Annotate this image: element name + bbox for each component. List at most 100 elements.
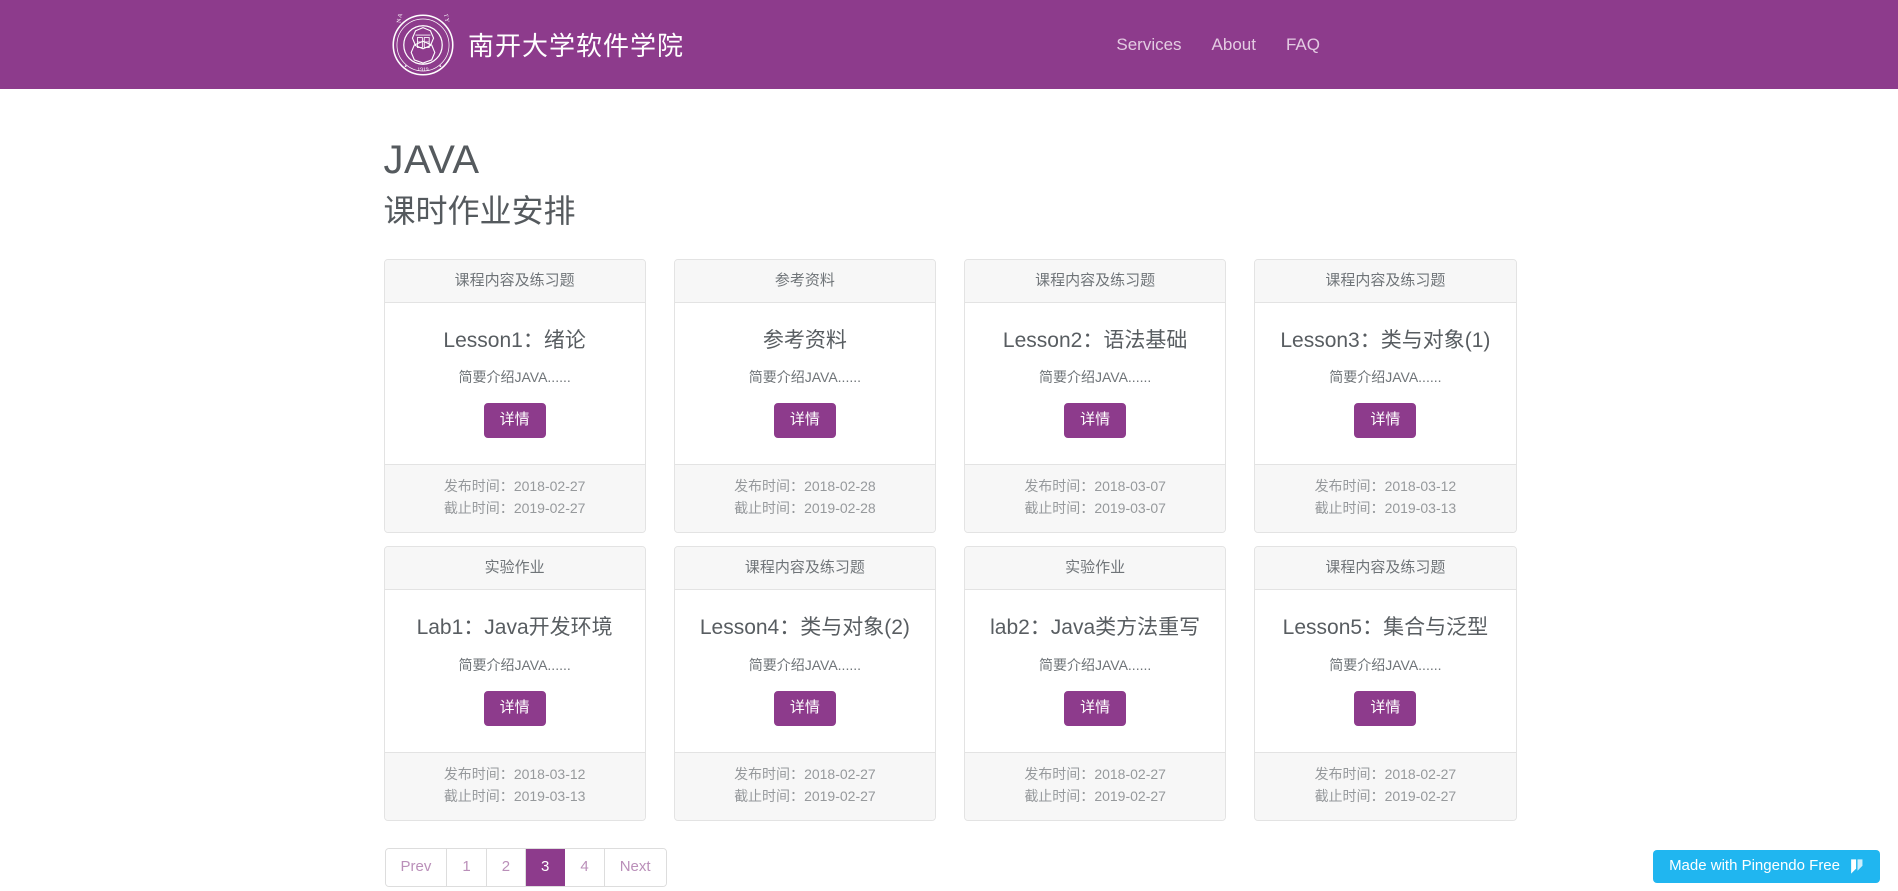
pagination-prev[interactable]: Prev [385,849,448,887]
deadline-label: 截止时间： [443,787,514,804]
top-navbar: NANKAI UNIVERSITY 1919 南开大学软件学院 Services… [0,0,1898,89]
published-date: 2018-03-07 [1094,478,1166,495]
detail-button[interactable]: 详情 [483,690,546,726]
card-footer: 发布时间：2018-03-07 截止时间：2019-03-07 [965,464,1226,533]
published-row: 发布时间：2018-02-27 [973,764,1217,786]
pagination-page-1[interactable]: 1 [447,849,487,887]
card-title: Lesson2：语法基础 [1002,328,1188,352]
deadline-date: 2019-02-27 [804,787,876,804]
card-body: Lesson2：语法基础 简要介绍JAVA...... 详情 [965,303,1225,464]
published-date: 2018-02-27 [513,478,586,495]
published-label: 发布时间： [734,478,805,495]
published-date: 2018-02-27 [1384,765,1457,782]
detail-button[interactable]: 详情 [483,403,546,439]
deadline-row: 截止时间：2019-02-28 [683,498,927,520]
deadline-row: 截止时间：2019-02-27 [1263,786,1507,808]
card-category: 课程内容及练习题 [1255,547,1516,591]
assignment-card[interactable]: 课程内容及练习题 Lesson3：类与对象(1) 简要介绍JAVA...... … [1254,258,1517,534]
deadline-date: 2019-02-27 [1384,787,1457,804]
card-description: 简要介绍JAVA...... [748,368,862,385]
detail-button[interactable]: 详情 [1354,403,1417,439]
deadline-label: 截止时间： [1314,499,1385,516]
published-label: 发布时间： [443,765,514,782]
assignment-card[interactable]: 课程内容及练习题 Lesson5：集合与泛型 简要介绍JAVA...... 详情… [1254,546,1517,822]
card-footer: 发布时间：2018-02-27 截止时间：2019-02-27 [1255,751,1516,821]
pagination-page-4[interactable]: 4 [565,849,605,887]
deadline-label: 截止时间： [734,499,805,516]
card-description: 简要介绍JAVA...... [1329,368,1442,385]
card-category: 课程内容及练习题 [965,259,1226,303]
pagination-wrapper: Prev 1 2 3 4 Next [384,834,1517,888]
published-row: 发布时间：2018-02-28 [683,476,927,498]
assignment-card[interactable]: 实验作业 lab2：Java类方法重写 简要介绍JAVA...... 详情 发布… [964,546,1227,822]
pagination-page-2[interactable]: 2 [486,849,527,887]
assignment-card-grid: 课程内容及练习题 Lesson1：绪论 简要介绍JAVA...... 详情 发布… [370,258,1531,835]
published-label: 发布时间： [1314,765,1385,782]
deadline-row: 截止时间：2019-02-27 [973,786,1217,808]
card-column: 实验作业 lab2：Java类方法重写 简要介绍JAVA...... 详情 发布… [950,546,1240,834]
nav-link-about[interactable]: About [1212,35,1256,55]
detail-button[interactable]: 详情 [1354,690,1417,726]
detail-button[interactable]: 详情 [1064,690,1127,726]
detail-button[interactable]: 详情 [773,403,836,439]
card-title: Lesson4：类与对象(2) [699,616,910,640]
card-category: 课程内容及练习题 [674,547,935,591]
assignment-card[interactable]: 课程内容及练习题 Lesson2：语法基础 简要介绍JAVA...... 详情 … [964,258,1227,534]
card-body: Lesson5：集合与泛型 简要介绍JAVA...... 详情 [1255,590,1515,751]
card-title: 参考资料 [762,328,847,352]
card-body: 参考资料 简要介绍JAVA...... 详情 [675,303,935,464]
published-row: 发布时间：2018-03-12 [393,764,637,786]
pingendo-badge[interactable]: Made with Pingendo Free [1653,850,1880,883]
card-description: 简要介绍JAVA...... [458,656,571,673]
published-label: 发布时间： [1024,765,1095,782]
navbar-links: Services About FAQ [0,35,1898,55]
detail-button[interactable]: 详情 [1064,403,1127,439]
card-column: 参考资料 参考资料 简要介绍JAVA...... 详情 发布时间：2018-02… [660,258,950,547]
published-row: 发布时间：2018-02-27 [393,476,637,498]
deadline-date: 2019-03-07 [1094,499,1166,516]
card-body: Lesson1：绪论 简要介绍JAVA...... 详情 [385,303,645,464]
deadline-label: 截止时间： [1024,787,1095,804]
deadline-date: 2019-02-28 [804,499,876,516]
card-footer: 发布时间：2018-03-12 截止时间：2019-03-13 [1255,464,1516,533]
deadline-date: 2019-02-27 [1094,787,1166,804]
detail-button[interactable]: 详情 [773,690,836,726]
assignment-card[interactable]: 课程内容及练习题 Lesson1：绪论 简要介绍JAVA...... 详情 发布… [383,258,646,534]
card-column: 实验作业 Lab1：Java开发环境 简要介绍JAVA...... 详情 发布时… [370,546,660,834]
assignment-card[interactable]: 实验作业 Lab1：Java开发环境 简要介绍JAVA...... 详情 发布时… [383,546,646,822]
nav-link-services[interactable]: Services [1116,35,1181,55]
card-title: Lab1：Java开发环境 [416,616,613,640]
published-date: 2018-02-28 [804,478,876,495]
card-description: 简要介绍JAVA...... [458,368,571,385]
deadline-row: 截止时间：2019-02-27 [683,786,927,808]
published-row: 发布时间：2018-02-27 [1263,764,1507,786]
nav-link-faq[interactable]: FAQ [1286,35,1320,55]
card-title: Lesson1：绪论 [443,328,586,352]
assignment-card[interactable]: 参考资料 参考资料 简要介绍JAVA...... 详情 发布时间：2018-02… [673,258,936,534]
assignment-card[interactable]: 课程内容及练习题 Lesson4：类与对象(2) 简要介绍JAVA...... … [673,546,936,822]
card-category: 课程内容及练习题 [384,259,645,303]
card-category: 实验作业 [965,547,1226,591]
pagination-page-3[interactable]: 3 [526,849,566,887]
published-row: 发布时间：2018-03-07 [973,476,1217,498]
card-footer: 发布时间：2018-02-27 截止时间：2019-02-27 [384,464,645,533]
card-body: Lab1：Java开发环境 简要介绍JAVA...... 详情 [385,590,645,751]
deadline-label: 截止时间： [1314,787,1385,804]
pagination-next[interactable]: Next [604,849,666,887]
card-footer: 发布时间：2018-02-27 截止时间：2019-02-27 [965,751,1226,821]
card-category: 实验作业 [384,547,645,591]
deadline-row: 截止时间：2019-03-13 [1263,498,1507,520]
deadline-row: 截止时间：2019-03-13 [393,786,637,808]
published-label: 发布时间： [734,765,805,782]
published-label: 发布时间： [1024,478,1095,495]
published-row: 发布时间：2018-03-12 [1263,476,1507,498]
deadline-date: 2019-02-27 [513,499,586,516]
card-footer: 发布时间：2018-03-12 截止时间：2019-03-13 [384,751,645,821]
pingendo-logo-icon [1851,858,1863,874]
card-column: 课程内容及练习题 Lesson4：类与对象(2) 简要介绍JAVA...... … [660,546,950,834]
published-label: 发布时间： [443,478,514,495]
pingendo-badge-label: Made with Pingendo Free [1669,857,1840,874]
card-footer: 发布时间：2018-02-27 截止时间：2019-02-27 [674,751,935,821]
published-label: 发布时间： [1314,478,1385,495]
deadline-label: 截止时间： [734,787,805,804]
